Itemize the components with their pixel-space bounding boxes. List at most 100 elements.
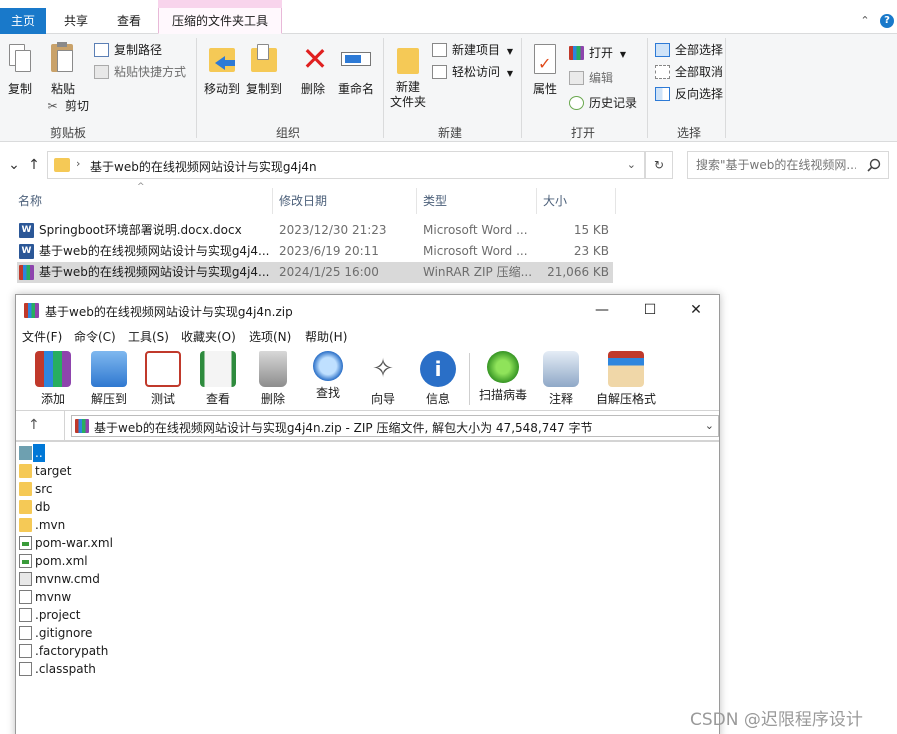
menu-file[interactable]: 文件(F) — [22, 328, 62, 345]
up-arrow-icon[interactable]: ↑ — [28, 417, 40, 433]
recent-locations-icon[interactable]: ⌄ — [4, 156, 24, 174]
tab-share[interactable]: 共享 — [55, 8, 97, 34]
address-path[interactable]: 基于web的在线视频网站设计与实现g4j4n — [90, 158, 317, 175]
winrar-file-list[interactable]: .. target src db .mvn pom-war.xml pom.xm… — [16, 441, 719, 734]
comment-label: 注释 — [548, 392, 573, 406]
open-button[interactable]: 打开 ▼ — [569, 43, 626, 63]
easy-access-icon — [432, 65, 447, 79]
file-date: 2023/12/30 21:23 — [279, 223, 387, 237]
sfx-button[interactable]: 自解压格式 — [591, 351, 661, 407]
view-button[interactable]: 查看 — [191, 351, 245, 407]
find-button[interactable]: 查找 — [301, 351, 355, 401]
column-header-name[interactable]: 名称 — [18, 190, 42, 212]
group-divider — [725, 38, 726, 138]
copy-path-button[interactable]: 复制路径 — [94, 40, 162, 60]
address-bar[interactable]: › 基于web的在线视频网站设计与实现g4j4n ⌄ — [47, 151, 645, 179]
maximize-icon[interactable]: ☐ — [627, 297, 673, 323]
tab-compressed-folder-tools[interactable]: 压缩的文件夹工具 — [158, 8, 282, 34]
view-book-icon — [200, 351, 236, 387]
tab-view[interactable]: 查看 — [108, 8, 150, 34]
edit-button[interactable]: 编辑 — [569, 68, 613, 88]
properties-button[interactable]: ✓ 属性 — [528, 42, 562, 97]
search-icon[interactable] — [867, 158, 881, 172]
select-none-icon — [655, 65, 670, 79]
winrar-address-bar[interactable]: 基于web的在线视频网站设计与实现g4j4n.zip - ZIP 压缩文件, 解… — [71, 415, 719, 437]
help-icon[interactable]: ? — [880, 14, 894, 28]
winrar-titlebar[interactable]: 基于web的在线视频网站设计与实现g4j4n.zip — ☐ ✕ — [16, 295, 719, 325]
new-item-button[interactable]: 新建项目 ▼ — [432, 40, 513, 60]
select-group-label: 选择 — [677, 126, 702, 140]
new-folder-button[interactable]: 新建 文件夹 — [389, 42, 427, 110]
extract-to-button[interactable]: 解压到 — [82, 351, 136, 407]
history-button[interactable]: 历史记录 — [569, 93, 637, 113]
rename-button[interactable]: 重命名 — [336, 42, 376, 97]
dropdown-arrow-icon: ▼ — [506, 47, 513, 56]
paste-icon — [49, 42, 77, 76]
new-item-icon — [432, 43, 447, 57]
copy-to-icon — [247, 42, 281, 76]
minimize-icon[interactable]: — — [579, 297, 625, 323]
view-label: 查看 — [205, 392, 230, 406]
menu-options[interactable]: 选项(N) — [249, 328, 291, 345]
delete-button[interactable]: ✕ 删除 — [298, 42, 328, 97]
delete-archive-button[interactable]: 删除 — [246, 351, 300, 407]
paste-button[interactable]: 粘贴 — [46, 42, 80, 97]
close-icon[interactable]: ✕ — [673, 297, 719, 323]
folder-icon — [19, 500, 32, 514]
add-archive-icon — [35, 351, 71, 387]
move-to-button[interactable]: 移动到 — [202, 42, 242, 97]
wizard-label: 向导 — [370, 392, 395, 406]
file-name: 基于web的在线视频网站设计与实现g4j4... — [39, 265, 270, 279]
file-row[interactable]: W Springboot环境部署说明.docx.docx 2023/12/30 … — [17, 220, 613, 241]
tab-home[interactable]: 主页 — [0, 8, 46, 34]
menu-help[interactable]: 帮助(H) — [305, 328, 347, 345]
comment-button[interactable]: 注释 — [534, 351, 588, 407]
cut-button[interactable]: ✂ 剪切 — [45, 96, 89, 116]
invert-selection-button[interactable]: 反向选择 — [655, 84, 723, 104]
column-header-date[interactable]: 修改日期 — [279, 190, 327, 212]
file-row-selected[interactable]: 基于web的在线视频网站设计与实现g4j4... 2024/1/25 16:00… — [17, 262, 613, 283]
search-input[interactable] — [696, 158, 856, 172]
delete-x-icon: ✕ — [301, 40, 329, 78]
sort-ascending-icon: ^ — [137, 182, 145, 192]
wizard-button[interactable]: ✧ 向导 — [356, 351, 410, 407]
info-button[interactable]: i 信息 — [411, 351, 465, 407]
column-divider[interactable] — [615, 188, 616, 214]
organize-group-label: 组织 — [276, 126, 301, 140]
column-header-type[interactable]: 类型 — [423, 190, 447, 212]
copy-to-button[interactable]: 复制到 — [244, 42, 284, 97]
clipboard-group-label: 剪贴板 — [50, 126, 87, 140]
sfx-label: 自解压格式 — [595, 392, 656, 406]
up-arrow-icon[interactable]: ↑ — [24, 156, 44, 174]
menu-commands[interactable]: 命令(C) — [74, 328, 116, 345]
column-divider[interactable] — [416, 188, 417, 214]
easy-access-button[interactable]: 轻松访问 ▼ — [432, 62, 513, 82]
file-date: 2024/1/25 16:00 — [279, 265, 379, 279]
column-header-size[interactable]: 大小 — [543, 190, 567, 212]
select-none-button[interactable]: 全部取消 — [655, 62, 723, 82]
menu-tools[interactable]: 工具(S) — [128, 328, 169, 345]
copy-button[interactable]: 复制 — [4, 42, 36, 97]
paste-shortcut-button[interactable]: 粘贴快捷方式 — [94, 62, 186, 82]
comment-bubble-icon — [543, 351, 579, 387]
file-size: 23 KB — [573, 244, 609, 258]
list-item-name: .gitignore — [35, 626, 93, 640]
scan-virus-button[interactable]: 扫描病毒 — [476, 351, 530, 403]
dropdown-arrow-icon: ▼ — [619, 50, 626, 59]
column-divider[interactable] — [536, 188, 537, 214]
refresh-icon[interactable]: ↻ — [645, 151, 673, 179]
column-divider[interactable] — [272, 188, 273, 214]
winrar-icon — [569, 46, 584, 60]
collapse-ribbon-icon[interactable]: ⌃ — [858, 14, 872, 28]
test-button[interactable]: 测试 — [136, 351, 190, 407]
add-button[interactable]: 添加 — [26, 351, 80, 407]
address-dropdown-icon[interactable]: ⌄ — [705, 419, 714, 432]
address-dropdown-icon[interactable]: ⌄ — [627, 158, 636, 171]
menu-favorites[interactable]: 收藏夹(O) — [181, 328, 236, 345]
file-row[interactable]: W 基于web的在线视频网站设计与实现g4j4... 2023/6/19 20:… — [17, 241, 613, 262]
paste-label: 粘贴 — [50, 82, 75, 96]
paste-shortcut-icon — [94, 65, 109, 79]
search-box[interactable] — [687, 151, 889, 179]
select-all-button[interactable]: 全部选择 — [655, 40, 723, 60]
file-date: 2023/6/19 20:11 — [279, 244, 379, 258]
